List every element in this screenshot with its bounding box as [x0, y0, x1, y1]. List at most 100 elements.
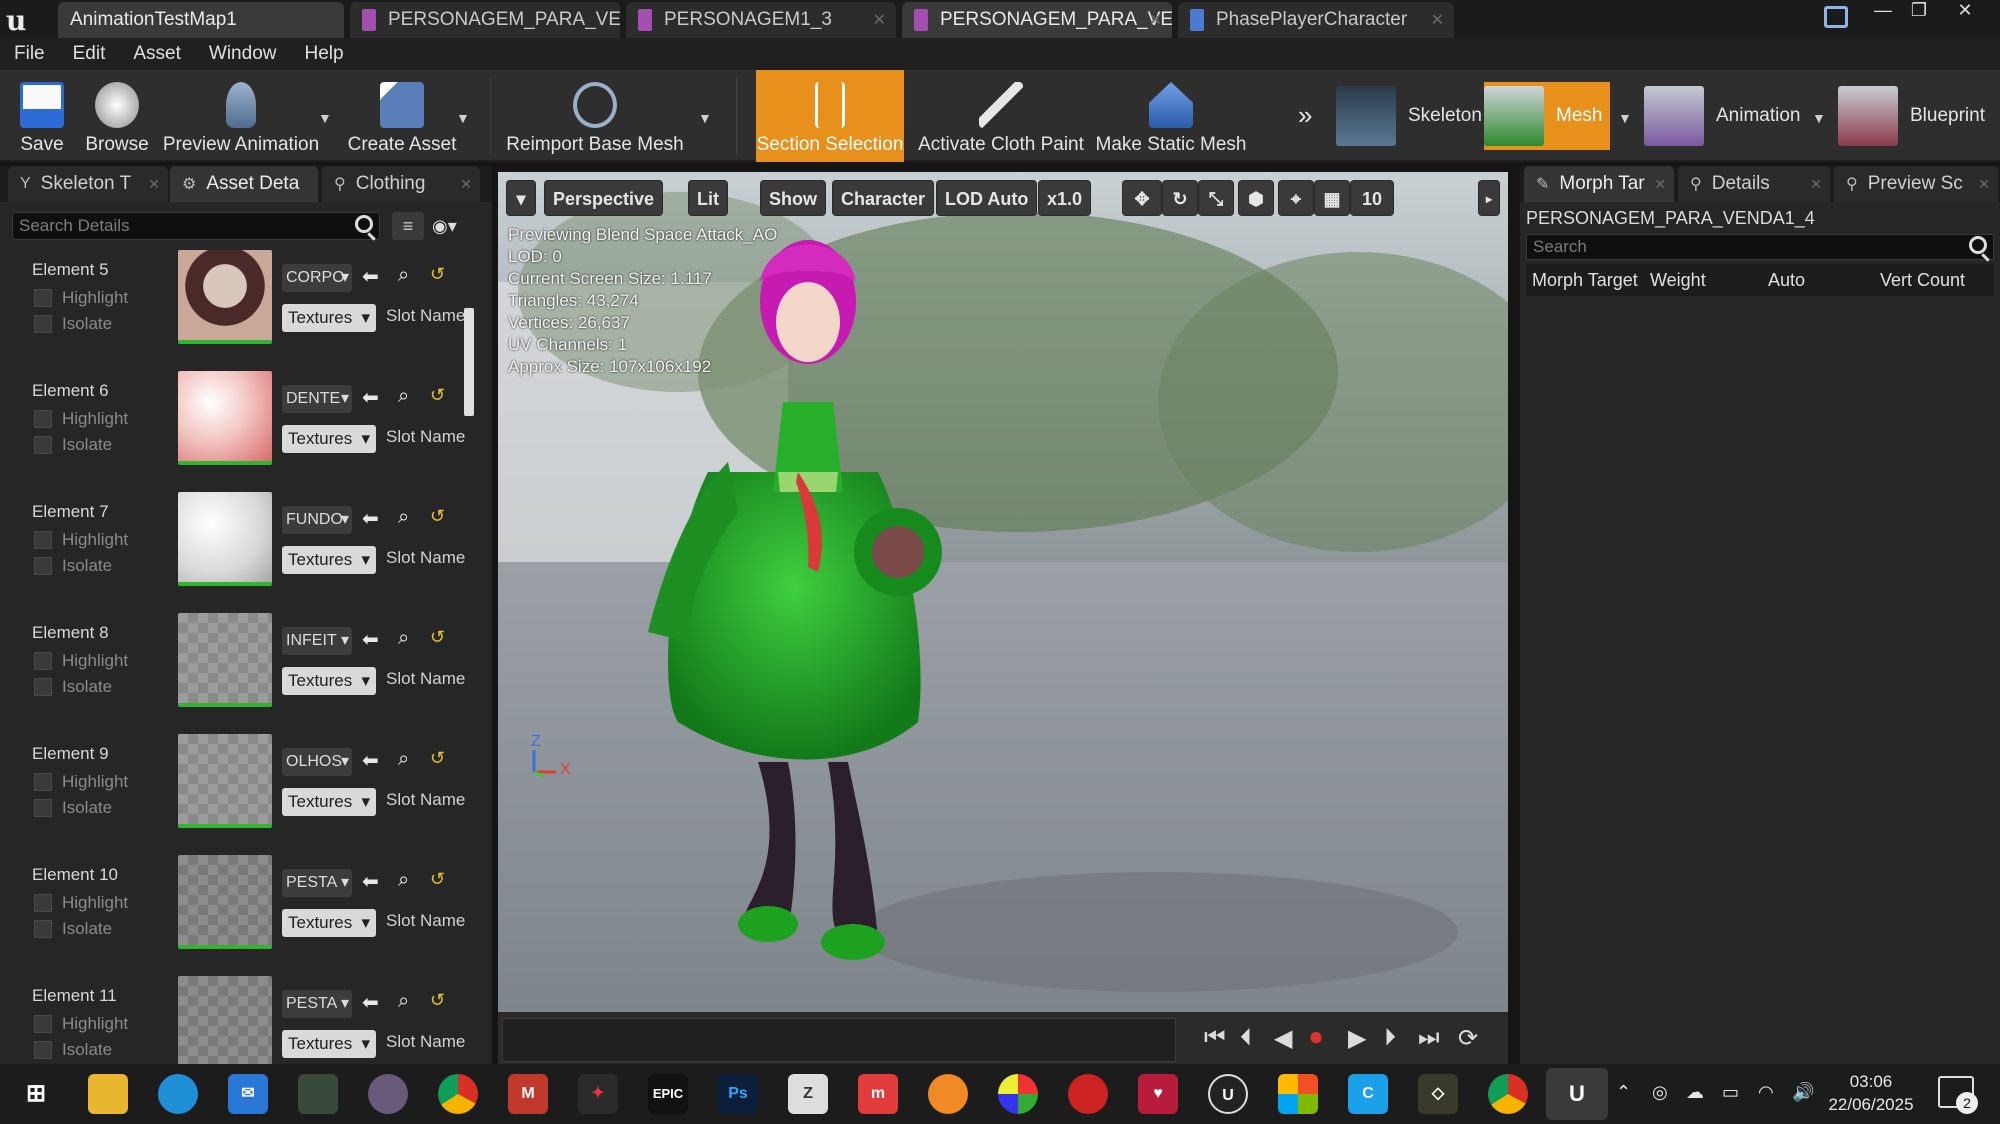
- close-icon[interactable]: ✕: [1431, 10, 1444, 30]
- learn-icon[interactable]: [1824, 6, 1848, 28]
- playback-speed-button[interactable]: x1.0: [1038, 180, 1092, 216]
- chevron-down-icon[interactable]: ▼: [318, 110, 332, 126]
- mode-mesh-button[interactable]: Mesh: [1484, 82, 1611, 150]
- lit-button[interactable]: Lit: [688, 180, 728, 216]
- morph-search-input[interactable]: Search: [1526, 234, 1994, 260]
- app-icon[interactable]: ✦: [578, 1074, 618, 1114]
- highlight-checkbox[interactable]: Highlight: [34, 1014, 128, 1034]
- material-thumbnail[interactable]: [178, 371, 272, 465]
- epic-games-icon[interactable]: EPIC: [648, 1074, 688, 1114]
- scrollbar-thumb[interactable]: [464, 308, 474, 416]
- isolate-checkbox[interactable]: Isolate: [34, 677, 112, 697]
- menu-help[interactable]: Help: [290, 43, 357, 65]
- chevron-down-icon[interactable]: ▼: [456, 110, 470, 126]
- highlight-checkbox[interactable]: Highlight: [34, 772, 128, 792]
- material-thumbnail[interactable]: [178, 855, 272, 949]
- clock[interactable]: 03:06 22/06/2025: [1826, 1070, 1916, 1116]
- material-combo[interactable]: INFEIT: [282, 627, 352, 655]
- tray-app-icon[interactable]: ◎: [1652, 1082, 1668, 1103]
- tab-skeleton-tree[interactable]: Y Skeleton T ✕: [8, 166, 168, 202]
- tab-morph-target[interactable]: ✎ Morph Tar ✕: [1524, 166, 1674, 202]
- grid-snap-icon[interactable]: ▦: [1314, 180, 1350, 216]
- checkbox-box[interactable]: [34, 315, 52, 333]
- wifi-icon[interactable]: ◠: [1758, 1082, 1774, 1103]
- checkbox-box[interactable]: [34, 557, 52, 575]
- lod-button[interactable]: LOD Auto: [936, 180, 1038, 216]
- eye-visibility-icon[interactable]: ◉▾: [432, 212, 480, 240]
- material-combo[interactable]: PESTA: [282, 990, 352, 1018]
- chrome-profile-icon[interactable]: [1488, 1074, 1528, 1114]
- reimport-base-mesh-button[interactable]: Reimport Base Mesh: [506, 70, 684, 162]
- material-thumbnail[interactable]: [178, 734, 272, 828]
- view-options-list-icon[interactable]: ≡: [392, 212, 424, 240]
- highlight-checkbox[interactable]: Highlight: [34, 530, 128, 550]
- use-selected-arrow-icon[interactable]: ⬅: [362, 264, 379, 289]
- material-thumbnail[interactable]: [178, 250, 272, 344]
- loop-icon[interactable]: ⟳: [1458, 1024, 1478, 1053]
- highlight-checkbox[interactable]: Highlight: [34, 651, 128, 671]
- tab-details[interactable]: ⚲ Details ✕: [1678, 166, 1830, 202]
- grid-size-button[interactable]: 10: [1350, 180, 1394, 216]
- textures-combo[interactable]: Textures: [282, 667, 376, 695]
- textures-combo[interactable]: Textures: [282, 425, 376, 453]
- search-details-input[interactable]: Search Details: [12, 212, 380, 240]
- tab-personagem-para-vei-1[interactable]: PERSONAGEM_PARA_VEI: [350, 2, 620, 38]
- reset-to-default-icon[interactable]: ↺: [430, 506, 445, 527]
- checkbox-box[interactable]: [34, 531, 52, 549]
- checkbox-box[interactable]: [34, 894, 52, 912]
- highlight-checkbox[interactable]: Highlight: [34, 893, 128, 913]
- isolate-checkbox[interactable]: Isolate: [34, 556, 112, 576]
- mode-animation-button[interactable]: Animation: [1644, 82, 1801, 150]
- world-local-icon[interactable]: ⬢: [1238, 180, 1274, 216]
- skip-to-end-icon[interactable]: ⏭: [1418, 1024, 1440, 1052]
- checkbox-box[interactable]: [34, 652, 52, 670]
- close-icon[interactable]: ✕: [460, 176, 472, 193]
- volume-icon[interactable]: 🔊: [1792, 1082, 1814, 1103]
- step-forward-icon[interactable]: ⏵: [1384, 1024, 1396, 1052]
- viewport-options-button[interactable]: ▾: [506, 180, 536, 216]
- use-selected-arrow-icon[interactable]: ⬅: [362, 748, 379, 773]
- battery-icon[interactable]: ▭: [1722, 1082, 1739, 1103]
- browse-magnifier-icon[interactable]: ⌕: [398, 748, 409, 771]
- edge-browser-icon[interactable]: [158, 1074, 198, 1114]
- column-vert-count[interactable]: Vert Count: [1880, 264, 1965, 296]
- maximize-viewport-icon[interactable]: ▸: [1478, 180, 1500, 216]
- app-icon[interactable]: [998, 1074, 1038, 1114]
- close-window-icon[interactable]: ✕: [1944, 0, 1986, 22]
- blender-icon[interactable]: [928, 1074, 968, 1114]
- double-chevron-right-icon[interactable]: »: [1298, 100, 1312, 131]
- browse-magnifier-icon[interactable]: ⌕: [398, 506, 409, 529]
- m-app-icon[interactable]: M: [508, 1074, 548, 1114]
- unreal-logo-icon[interactable]: u: [6, 4, 40, 37]
- textures-combo[interactable]: Textures: [282, 909, 376, 937]
- play-reverse-icon[interactable]: ◀: [1274, 1024, 1292, 1053]
- checkbox-box[interactable]: [34, 436, 52, 454]
- chrome-icon[interactable]: [438, 1074, 478, 1114]
- isolate-checkbox[interactable]: Isolate: [34, 1040, 112, 1060]
- checkbox-box[interactable]: [34, 1041, 52, 1059]
- column-morph-target[interactable]: Morph Target: [1532, 264, 1638, 296]
- close-icon[interactable]: ✕: [873, 10, 886, 30]
- onedrive-icon[interactable]: ☁: [1686, 1082, 1704, 1103]
- use-selected-arrow-icon[interactable]: ⬅: [362, 990, 379, 1015]
- unreal-engine-active-icon[interactable]: U: [1546, 1068, 1608, 1120]
- photoshop-icon[interactable]: Ps: [718, 1074, 758, 1114]
- checkbox-box[interactable]: [34, 678, 52, 696]
- zbrush-icon[interactable]: Z: [788, 1074, 828, 1114]
- show-button[interactable]: Show: [760, 180, 826, 216]
- menu-asset[interactable]: Asset: [119, 43, 195, 65]
- use-selected-arrow-icon[interactable]: ⬅: [362, 869, 379, 894]
- close-icon[interactable]: ✕: [148, 176, 160, 193]
- play-icon[interactable]: ▶: [1348, 1024, 1366, 1053]
- textures-combo[interactable]: Textures: [282, 788, 376, 816]
- tab-personagem1-3[interactable]: PERSONAGEM1_3 ✕: [626, 2, 896, 38]
- highlight-checkbox[interactable]: Highlight: [34, 288, 128, 308]
- make-static-mesh-button[interactable]: Make Static Mesh: [1096, 70, 1247, 162]
- chevron-down-icon[interactable]: ▼: [698, 110, 712, 126]
- checkbox-box[interactable]: [34, 773, 52, 791]
- skip-to-start-icon[interactable]: ⏮: [1204, 1024, 1226, 1052]
- chevron-up-icon[interactable]: ⌃: [1616, 1082, 1631, 1103]
- material-thumbnail[interactable]: [178, 492, 272, 586]
- tab-phase-player-character[interactable]: PhasePlayerCharacter ✕: [1178, 2, 1454, 38]
- create-asset-button[interactable]: Create Asset: [346, 70, 458, 162]
